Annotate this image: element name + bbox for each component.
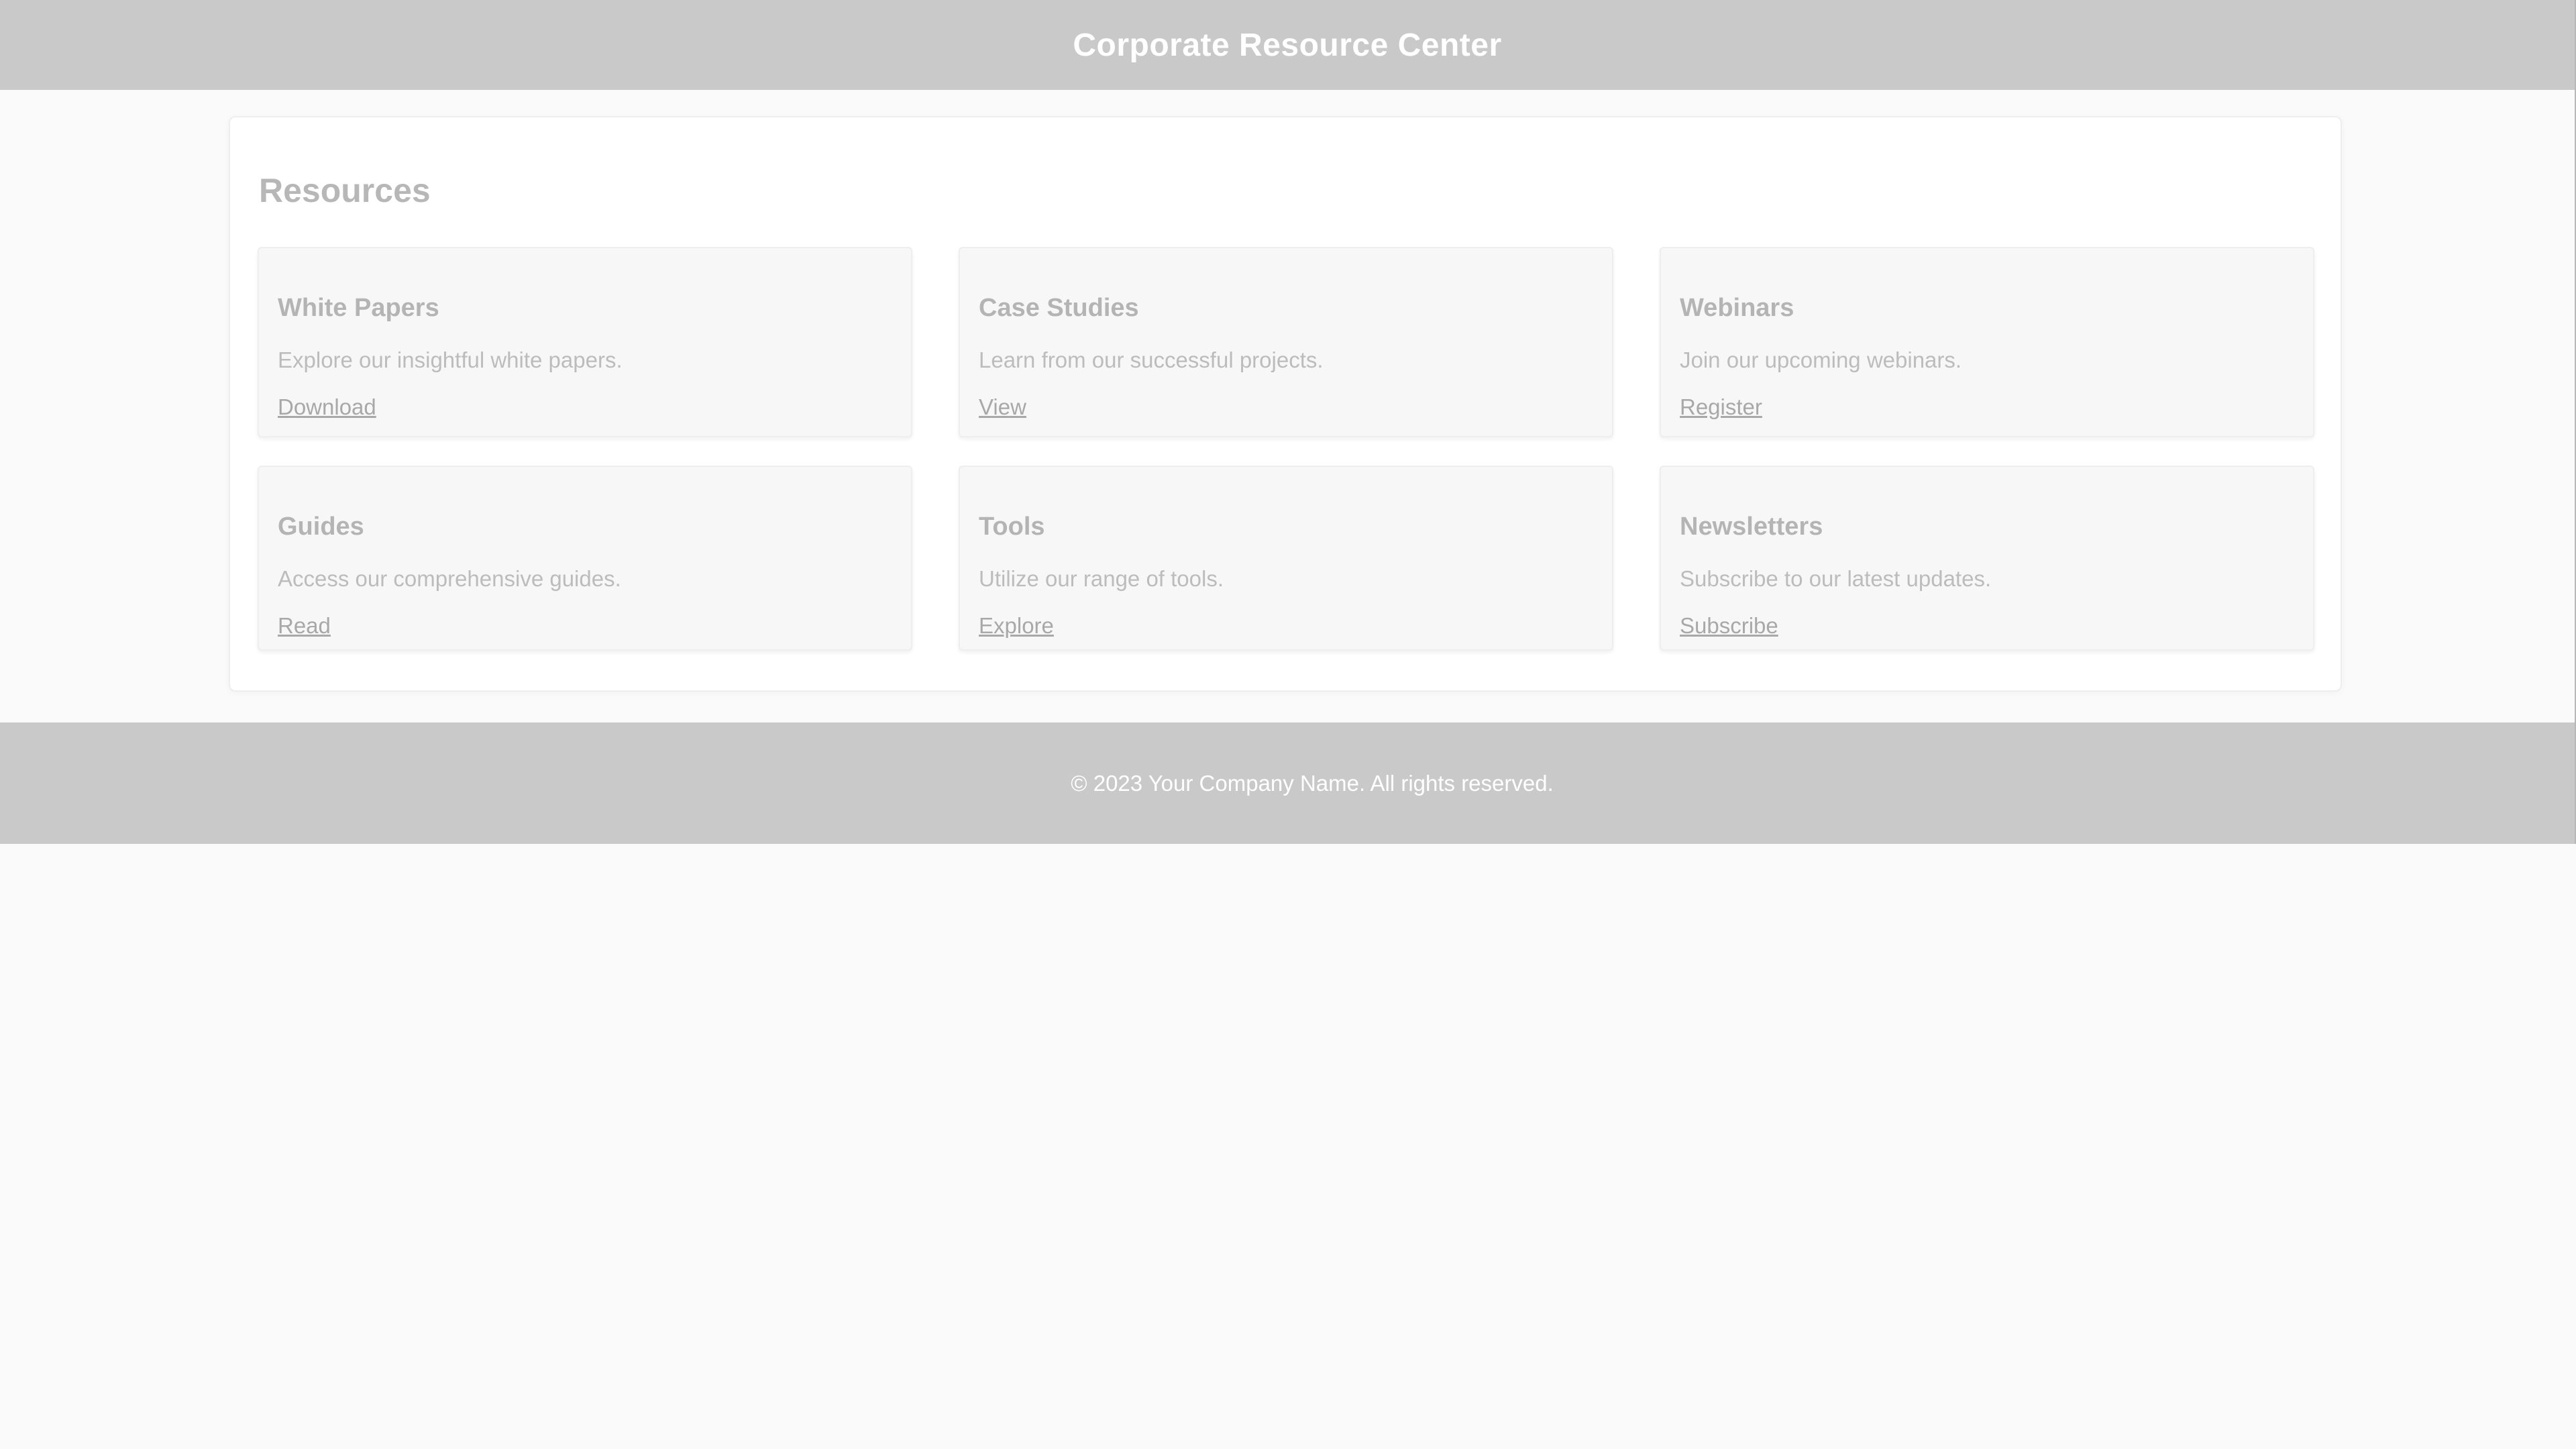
copyright-text: © 2023 Your Company Name. All rights res… xyxy=(1071,770,1554,796)
card-title: Webinars xyxy=(1680,294,1794,322)
card-title: Case Studies xyxy=(979,294,1139,322)
explore-link[interactable]: Explore xyxy=(979,613,1054,639)
view-link[interactable]: View xyxy=(979,394,1026,420)
site-header: Corporate Resource Center xyxy=(0,0,2575,90)
site-footer: © 2023 Your Company Name. All rights res… xyxy=(0,722,2575,844)
resource-card-tools: Tools Utilize our range of tools. Explor… xyxy=(959,466,1613,651)
card-description: Explore our insightful white papers. xyxy=(278,347,623,372)
subscribe-link[interactable]: Subscribe xyxy=(1680,613,1778,639)
card-title: Guides xyxy=(278,513,364,541)
resource-card-white-papers: White Papers Explore our insightful whit… xyxy=(258,247,912,437)
card-title: White Papers xyxy=(278,294,439,322)
resource-card-webinars: Webinars Join our upcoming webinars. Reg… xyxy=(1660,247,2314,437)
card-description: Join our upcoming webinars. xyxy=(1680,347,1962,372)
resource-card-guides: Guides Access our comprehensive guides. … xyxy=(258,466,912,651)
resources-panel: Resources White Papers Explore our insig… xyxy=(229,116,2342,692)
card-description: Utilize our range of tools. xyxy=(979,566,1224,591)
register-link[interactable]: Register xyxy=(1680,394,1762,420)
card-description: Subscribe to our latest updates. xyxy=(1680,566,1992,591)
resource-card-newsletters: Newsletters Subscribe to our latest upda… xyxy=(1660,466,2314,651)
resource-card-case-studies: Case Studies Learn from our successful p… xyxy=(959,247,1613,437)
download-link[interactable]: Download xyxy=(278,394,376,420)
read-link[interactable]: Read xyxy=(278,613,331,639)
section-title: Resources xyxy=(259,172,431,209)
card-description: Access our comprehensive guides. xyxy=(278,566,621,591)
card-title: Tools xyxy=(979,513,1045,541)
page-title: Corporate Resource Center xyxy=(1073,27,1502,63)
card-description: Learn from our successful projects. xyxy=(979,347,1324,372)
card-title: Newsletters xyxy=(1680,513,1823,541)
